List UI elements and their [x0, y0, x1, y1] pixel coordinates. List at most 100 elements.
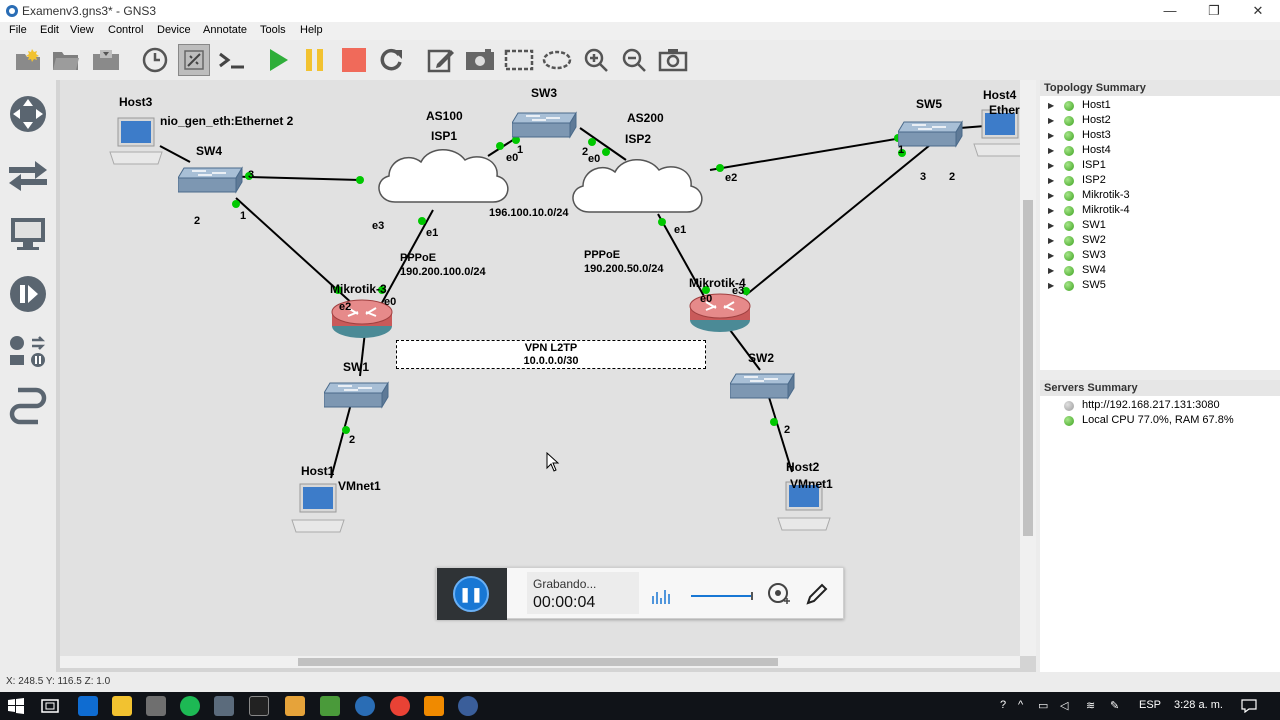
- server-item[interactable]: http://192.168.217.131:3080: [1040, 398, 1280, 413]
- menu-help[interactable]: Help: [300, 24, 323, 36]
- new-project-icon[interactable]: [12, 44, 44, 76]
- browse-switches-icon[interactable]: [6, 152, 50, 196]
- expand-arrow-icon[interactable]: ▶: [1048, 113, 1054, 128]
- expand-arrow-icon[interactable]: ▶: [1048, 188, 1054, 203]
- tray-pen-icon[interactable]: ✎: [1110, 699, 1119, 712]
- vlc-icon[interactable]: [424, 696, 444, 716]
- tray-clock[interactable]: 3:28 a. m.: [1174, 699, 1223, 711]
- spotify-icon[interactable]: [180, 696, 200, 716]
- stop-icon[interactable]: [338, 44, 370, 76]
- summary-item[interactable]: ▶ Host1: [1040, 98, 1280, 113]
- windows-start-icon[interactable]: [8, 698, 24, 714]
- sw3-switch-icon[interactable]: [512, 105, 580, 139]
- summary-item[interactable]: ▶ SW3: [1040, 248, 1280, 263]
- reload-icon[interactable]: [375, 44, 407, 76]
- summary-item[interactable]: ▶ ISP2: [1040, 173, 1280, 188]
- save-icon[interactable]: [90, 44, 122, 76]
- start-icon[interactable]: [262, 44, 294, 76]
- expand-arrow-icon[interactable]: ▶: [1048, 128, 1054, 143]
- isp1-cloud-icon[interactable]: [370, 142, 520, 214]
- screenshot-icon[interactable]: [657, 44, 689, 76]
- tray-battery-icon[interactable]: ▭: [1038, 699, 1048, 712]
- task-view-icon[interactable]: [41, 698, 59, 714]
- sw1-switch-icon[interactable]: [324, 375, 392, 409]
- summary-item[interactable]: ▶ Mikrotik-4: [1040, 203, 1280, 218]
- notifications-icon[interactable]: [1241, 699, 1257, 713]
- audio-level-icon[interactable]: [651, 584, 671, 606]
- notes-app-icon[interactable]: [320, 696, 340, 716]
- summary-item[interactable]: ▶ Host3: [1040, 128, 1280, 143]
- horizontal-scroll-thumb[interactable]: [298, 658, 778, 666]
- expand-arrow-icon[interactable]: ▶: [1048, 158, 1054, 173]
- canvas-horizontal-scrollbar[interactable]: [60, 656, 1020, 668]
- ie-browser-icon[interactable]: [355, 696, 375, 716]
- menu-control[interactable]: Control: [108, 24, 143, 36]
- draw-ellipse-icon[interactable]: [541, 44, 573, 76]
- zoom-out-icon[interactable]: [618, 44, 650, 76]
- gns3-taskbar-icon[interactable]: [458, 696, 478, 716]
- expand-arrow-icon[interactable]: ▶: [1048, 278, 1054, 293]
- expand-arrow-icon[interactable]: ▶: [1048, 203, 1054, 218]
- menu-view[interactable]: View: [70, 24, 94, 36]
- summary-item[interactable]: ▶ SW1: [1040, 218, 1280, 233]
- minimize-button[interactable]: —: [1148, 0, 1192, 22]
- paint-app-icon[interactable]: [146, 696, 166, 716]
- add-note-icon[interactable]: [425, 44, 457, 76]
- summary-item[interactable]: ▶ SW2: [1040, 233, 1280, 248]
- browse-routers-icon[interactable]: [6, 330, 50, 374]
- media-app-icon[interactable]: [285, 696, 305, 716]
- suspend-icon[interactable]: [299, 44, 331, 76]
- pen-annotate-icon[interactable]: [805, 582, 829, 606]
- summary-item[interactable]: ▶ Host4: [1040, 143, 1280, 158]
- close-button[interactable]: ✕: [1236, 0, 1280, 22]
- browse-security-icon[interactable]: [6, 272, 50, 316]
- expand-arrow-icon[interactable]: ▶: [1048, 218, 1054, 233]
- webcam-icon[interactable]: [767, 582, 791, 608]
- sw4-switch-icon[interactable]: [178, 160, 246, 194]
- tray-volume-icon[interactable]: ◁: [1060, 699, 1068, 712]
- expand-arrow-icon[interactable]: ▶: [1048, 173, 1054, 188]
- menu-file[interactable]: File: [9, 24, 27, 36]
- add-link-icon[interactable]: [6, 386, 50, 430]
- pause-recording-button[interactable]: ❚❚: [453, 576, 489, 612]
- tray-language[interactable]: ESP: [1139, 699, 1161, 711]
- summary-item[interactable]: ▶ ISP1: [1040, 158, 1280, 173]
- show-interfaces-icon[interactable]: [178, 44, 210, 76]
- restore-button[interactable]: ❐: [1192, 0, 1236, 22]
- insert-picture-icon[interactable]: [464, 44, 496, 76]
- tray-show-hidden-icon[interactable]: ^: [1018, 699, 1023, 711]
- command-prompt-icon[interactable]: [249, 696, 269, 716]
- virtualbox-icon[interactable]: [214, 696, 234, 716]
- host3-computer-icon[interactable]: [108, 116, 166, 168]
- vpn-l2tp-annotation[interactable]: VPN L2TP 10.0.0.0/30: [396, 340, 706, 369]
- expand-arrow-icon[interactable]: ▶: [1048, 143, 1054, 158]
- tray-help-icon[interactable]: ?: [1000, 699, 1006, 711]
- snapshot-clock-icon[interactable]: [139, 44, 171, 76]
- open-folder-icon[interactable]: [50, 44, 82, 76]
- canvas-vertical-scrollbar[interactable]: [1020, 80, 1036, 656]
- edge-browser-icon[interactable]: [78, 696, 98, 716]
- menu-tools[interactable]: Tools: [260, 24, 286, 36]
- expand-arrow-icon[interactable]: ▶: [1048, 263, 1054, 278]
- expand-arrow-icon[interactable]: ▶: [1048, 98, 1054, 113]
- browse-end-devices-icon[interactable]: [6, 212, 50, 256]
- sw2-switch-icon[interactable]: [730, 366, 798, 400]
- server-item[interactable]: Local CPU 77.0%, RAM 67.8%: [1040, 413, 1280, 428]
- console-icon[interactable]: [216, 44, 248, 76]
- summary-item[interactable]: ▶ SW5: [1040, 278, 1280, 293]
- summary-item[interactable]: ▶ SW4: [1040, 263, 1280, 278]
- file-explorer-icon[interactable]: [112, 696, 132, 716]
- isp2-cloud-icon[interactable]: [564, 152, 714, 224]
- expand-arrow-icon[interactable]: ▶: [1048, 248, 1054, 263]
- draw-rectangle-icon[interactable]: [503, 44, 535, 76]
- expand-arrow-icon[interactable]: ▶: [1048, 233, 1054, 248]
- chrome-browser-icon[interactable]: [390, 696, 410, 716]
- volume-slider[interactable]: [691, 592, 755, 600]
- menu-device[interactable]: Device: [157, 24, 191, 36]
- sw5-switch-icon[interactable]: [898, 114, 966, 148]
- summary-item[interactable]: ▶ Mikrotik-3: [1040, 188, 1280, 203]
- vertical-scroll-thumb[interactable]: [1023, 200, 1033, 536]
- browse-all-devices-icon[interactable]: [6, 92, 50, 136]
- zoom-in-icon[interactable]: [580, 44, 612, 76]
- menu-edit[interactable]: Edit: [40, 24, 59, 36]
